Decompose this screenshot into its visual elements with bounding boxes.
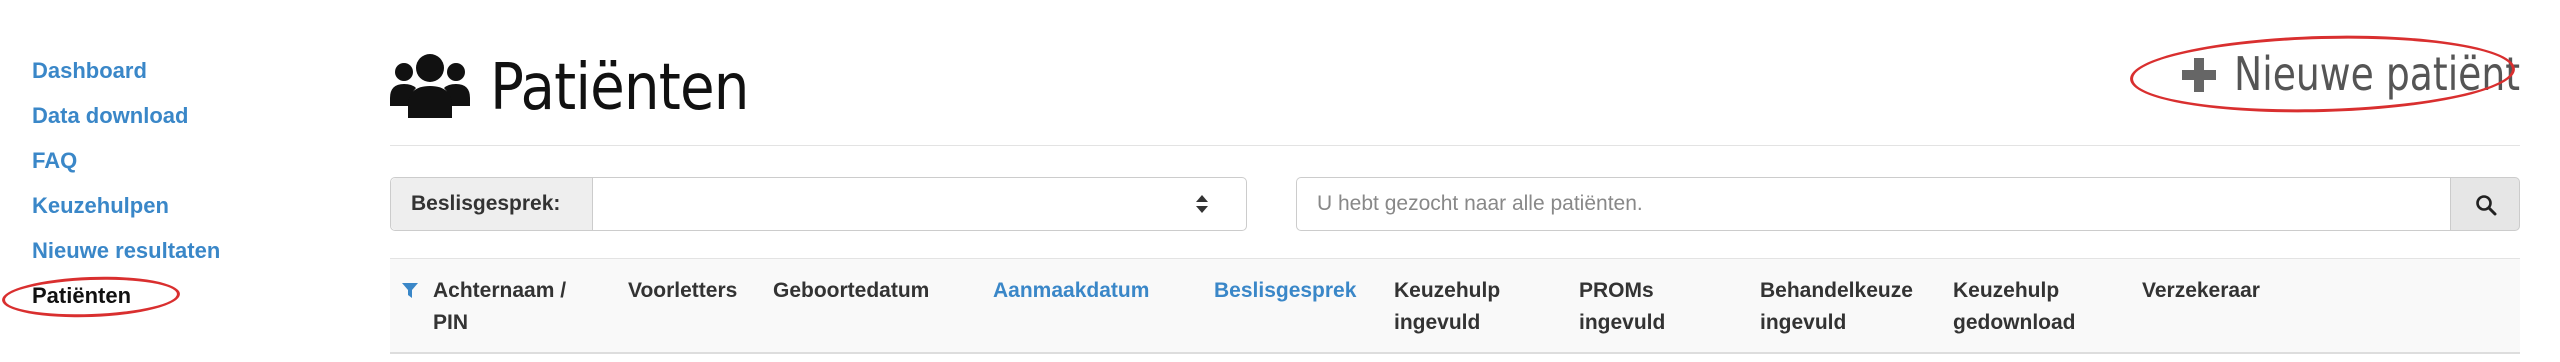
sidebar-item-patienten[interactable]: Patiënten [1,273,332,321]
column-header-keuzehulp-ingevuld: Keuzehulp ingevuld [1394,279,1501,334]
filter-label: Beslisgesprek: [391,178,593,230]
divider [390,145,2520,146]
annotation-circle [2129,30,2516,118]
sidebar-item-faq[interactable]: FAQ [32,138,332,183]
column-header-proms-ingevuld: PROMs ingevuld [1579,279,1666,334]
column-header-geboortedatum: Geboortedatum [773,279,930,302]
sidebar-nav: Dashboard Data download FAQ Keuzehulpen … [1,48,332,321]
users-icon [390,54,470,118]
sidebar-item-nieuwe-resultaten[interactable]: Nieuwe resultaten [32,228,332,273]
sidebar-item-dashboard[interactable]: Dashboard [32,48,332,93]
column-header-voorletters: Voorletters [628,279,738,302]
search-icon [2476,195,2497,216]
column-header-aanmaakdatum[interactable]: Aanmaakdatum [993,275,1149,307]
sidebar-item-keuzehulpen[interactable]: Keuzehulpen [32,183,332,228]
page-title: Patiënten [490,51,749,125]
beslisgesprek-filter: Beslisgesprek: [390,177,1247,231]
column-header-beslisgesprek[interactable]: Beslisgesprek [1214,275,1356,307]
column-header-keuzehulp-gedownload: Keuzehulp gedownload [1953,279,2076,334]
column-header-behandelkeuze-ingevuld: Behandelkeuze ingevuld [1760,279,1913,334]
new-patient-button[interactable]: Nieuwe patiënt [2129,30,2520,118]
filter-icon[interactable] [402,283,418,299]
search-button[interactable] [2450,177,2520,231]
search-group [1296,177,2520,231]
search-input[interactable] [1296,177,2450,231]
table-header: Achternaam / PIN Voorletters Geboortedatu… [390,259,2520,354]
beslisgesprek-select[interactable] [593,178,1246,230]
column-header-verzekeraar: Verzekeraar [2142,279,2260,302]
sidebar-item-data-download[interactable]: Data download [32,93,332,138]
column-header-achternaam: Achternaam / PIN [433,279,567,334]
select-arrows-icon [1196,195,1208,215]
sidebar-item-label: Patiënten [32,283,132,308]
